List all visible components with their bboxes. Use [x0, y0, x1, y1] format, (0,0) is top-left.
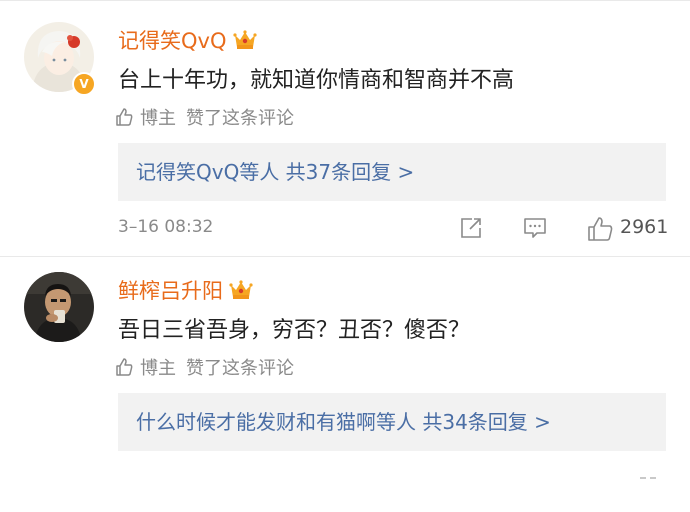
- username-text[interactable]: 记得笑QvQ: [118, 29, 227, 53]
- comment-icon[interactable]: [522, 216, 548, 244]
- liked-label: 赞了这条评论: [186, 358, 294, 379]
- comment-text: 吾日三省吾身，穷否？丑否？傻否？: [118, 318, 471, 343]
- comment-item: 鲜榨吕升阳 吾日三省吾身，穷否？丑否？傻否？ 博主 赞了这条评论 什么时候才能发财…: [0, 256, 690, 512]
- share-icon[interactable]: [458, 216, 484, 244]
- author-liked-indicator: 博主 赞了这条评论: [114, 354, 294, 380]
- thumbs-up-icon: [116, 108, 133, 126]
- replies-link[interactable]: 什么时候才能发财和有猫啊等人 共34条回复 >: [118, 393, 666, 451]
- crown-icon: [229, 279, 253, 306]
- divider: [0, 256, 690, 257]
- replies-link[interactable]: 记得笑QvQ等人 共37条回复 >: [118, 143, 666, 201]
- partial-meta-fragment: [640, 466, 666, 479]
- author-liked-indicator: 博主 赞了这条评论: [114, 104, 294, 130]
- thumbs-up-icon: [116, 358, 133, 376]
- comment-username[interactable]: 鲜榨吕升阳: [118, 275, 253, 306]
- verified-badge-icon: V: [72, 72, 96, 96]
- like-count: 2961: [620, 216, 669, 238]
- divider: [0, 0, 690, 1]
- username-text[interactable]: 鲜榨吕升阳: [118, 279, 223, 303]
- comment-username[interactable]: 记得笑QvQ: [118, 25, 257, 56]
- crown-icon: [232, 29, 257, 56]
- comment-meta-bar: 3–16 08:32 2961: [118, 216, 669, 244]
- author-label: 博主: [140, 108, 176, 129]
- avatar[interactable]: [24, 272, 94, 342]
- author-label: 博主: [140, 358, 176, 379]
- liked-label: 赞了这条评论: [186, 108, 294, 129]
- comment-timestamp: 3–16 08:32: [118, 217, 214, 237]
- comment-item: V 记得笑QvQ 台上十年功，就知道你情商和智商并不高 博主 赞了这条评论 记得笑…: [0, 0, 690, 256]
- comment-text: 台上十年功，就知道你情商和智商并不高: [118, 68, 515, 93]
- like-icon[interactable]: [586, 216, 614, 246]
